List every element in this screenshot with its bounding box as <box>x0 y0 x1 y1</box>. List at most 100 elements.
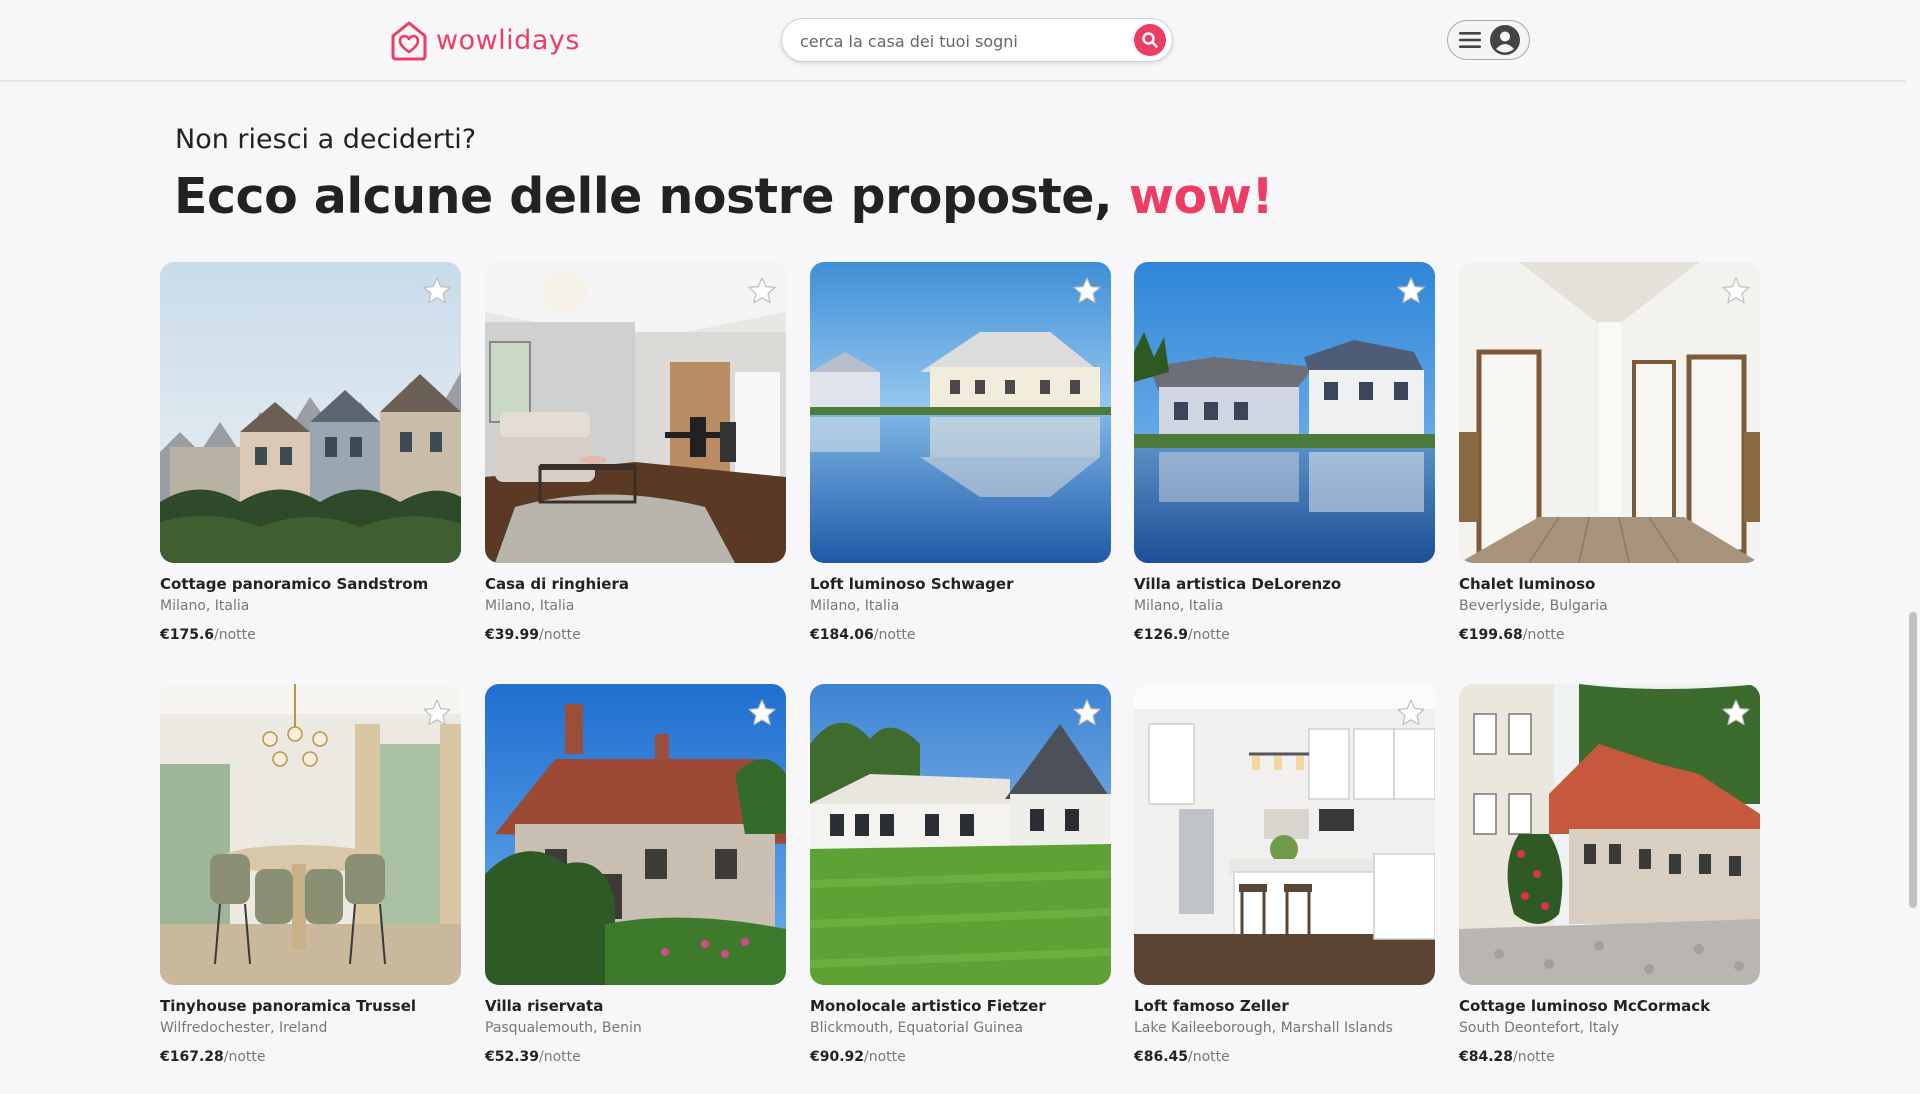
listing-photo[interactable] <box>1459 262 1760 563</box>
listing-price: €175.6/notte <box>160 627 461 643</box>
section-title-text: Ecco alcune delle nostre proposte, <box>174 168 1113 225</box>
listing-location: Wilfredochester, Ireland <box>160 1020 328 1036</box>
price-unit: /notte <box>873 627 916 643</box>
lakeside-house-reflection-image <box>810 262 1111 563</box>
house-with-lawn-image <box>810 684 1111 985</box>
price-unit: /notte <box>214 627 256 643</box>
search-bar <box>781 18 1173 63</box>
listing-card[interactable]: Cottage luminoso McCormack South Deontef… <box>1459 684 1760 1094</box>
listing-location: Milano, Italia <box>810 598 900 614</box>
victorian-townhouses-image <box>160 262 461 563</box>
favorite-star-icon[interactable] <box>1072 698 1102 728</box>
price-amount: €39.99 <box>485 627 540 643</box>
price-amount: €167.28 <box>160 1049 224 1065</box>
listing-name: Cottage luminoso McCormack <box>1459 997 1711 1015</box>
user-avatar-icon <box>1489 25 1520 55</box>
listing-price: €39.99/notte <box>485 627 786 643</box>
price-amount: €86.45 <box>1134 1049 1189 1065</box>
logo[interactable]: wowlidays <box>388 18 580 62</box>
price-amount: €126.9 <box>1134 627 1189 643</box>
listing-photo[interactable] <box>810 262 1111 563</box>
listing-name: Loft famoso Zeller <box>1134 997 1289 1015</box>
listing-card[interactable]: Casa di ringhiera Milano, Italia €39.99/… <box>485 262 786 672</box>
listing-price: €199.68/notte <box>1459 627 1760 643</box>
section-title: Ecco alcune delle nostre proposte, wow! <box>174 168 1274 225</box>
listing-card[interactable]: Villa artistica DeLorenzo Milano, Italia… <box>1134 262 1435 672</box>
house-heart-icon <box>391 21 427 61</box>
listing-photo[interactable] <box>485 684 786 985</box>
listing-price: €184.06/notte <box>810 627 1111 643</box>
listing-photo[interactable] <box>1134 262 1435 563</box>
favorite-star-icon[interactable] <box>747 698 777 728</box>
cobblestone-street-image <box>1459 684 1760 985</box>
price-unit: /notte <box>539 1049 581 1065</box>
listing-name: Tinyhouse panoramica Trussel <box>160 997 417 1015</box>
price-unit: /notte <box>864 1049 906 1065</box>
favorite-star-icon[interactable] <box>1396 276 1426 306</box>
search-button[interactable] <box>1134 24 1166 56</box>
listing-location: Milano, Italia <box>1134 598 1224 614</box>
listing-photo[interactable] <box>1134 684 1435 985</box>
listing-name: Monolocale artistico Fietzer <box>810 997 1046 1015</box>
section-title-accent: wow! <box>1128 168 1274 225</box>
listing-location: Milano, Italia <box>160 598 250 614</box>
listing-name: Villa riservata <box>485 997 604 1015</box>
listing-photo[interactable] <box>1459 684 1760 985</box>
listing-card[interactable]: Monolocale artistico Fietzer Blickmouth,… <box>810 684 1111 1094</box>
listing-card[interactable]: Chalet luminoso Beverlyside, Bulgaria €1… <box>1459 262 1760 672</box>
price-unit: /notte <box>539 627 581 643</box>
modern-living-room-image <box>485 262 786 563</box>
listing-name: Casa di ringhiera <box>485 575 629 593</box>
user-menu-button[interactable] <box>1447 20 1530 60</box>
favorite-star-icon[interactable] <box>747 276 777 306</box>
favorite-star-icon[interactable] <box>1396 698 1426 728</box>
listing-photo[interactable] <box>160 684 461 985</box>
listing-photo[interactable] <box>485 262 786 563</box>
listing-card[interactable]: Loft luminoso Schwager Milano, Italia €1… <box>810 262 1111 672</box>
listing-photo[interactable] <box>160 262 461 563</box>
listing-price: €52.39/notte <box>485 1049 786 1065</box>
listing-photo[interactable] <box>810 684 1111 985</box>
listing-card[interactable]: Tinyhouse panoramica Trussel Wilfredoche… <box>160 684 461 1094</box>
listing-price: €84.28/notte <box>1459 1049 1760 1065</box>
listing-price: €86.45/notte <box>1134 1049 1435 1065</box>
listing-name: Loft luminoso Schwager <box>810 575 1014 593</box>
section-subtitle: Non riesci a deciderti? <box>175 124 477 155</box>
favorite-star-icon[interactable] <box>1721 698 1751 728</box>
listing-location: South Deontefort, Italy <box>1459 1020 1620 1036</box>
search-icon <box>1142 32 1158 48</box>
white-kitchen-image <box>1134 684 1435 985</box>
price-unit: /notte <box>1188 1049 1230 1065</box>
price-unit: /notte <box>223 1049 266 1065</box>
listing-location: Beverlyside, Bulgaria <box>1459 598 1608 614</box>
favorite-star-icon[interactable] <box>1721 276 1751 306</box>
listing-location: Pasqualemouth, Benin <box>485 1020 642 1036</box>
price-amount: €175.6 <box>160 627 215 643</box>
listing-location: Milano, Italia <box>485 598 575 614</box>
price-unit: /notte <box>1522 627 1565 643</box>
scrollbar-thumb[interactable] <box>1909 612 1917 908</box>
logo-text: wowlidays <box>436 24 580 56</box>
price-amount: €199.68 <box>1459 627 1523 643</box>
attic-hallway-doors-image <box>1459 262 1760 563</box>
scrollbar-track[interactable] <box>1906 80 1920 1080</box>
listing-name: Villa artistica DeLorenzo <box>1134 575 1342 593</box>
favorite-star-icon[interactable] <box>422 698 452 728</box>
listing-card[interactable]: Villa riservata Pasqualemouth, Benin €52… <box>485 684 786 1094</box>
price-unit: /notte <box>1188 627 1230 643</box>
hamburger-icon <box>1458 32 1481 48</box>
listing-name: Chalet luminoso <box>1459 575 1596 593</box>
listing-location: Lake Kaileeborough, Marshall Islands <box>1134 1020 1393 1036</box>
listing-price: €167.28/notte <box>160 1049 461 1065</box>
listing-card[interactable]: Loft famoso Zeller Lake Kaileeborough, M… <box>1134 684 1435 1094</box>
favorite-star-icon[interactable] <box>422 276 452 306</box>
price-amount: €52.39 <box>485 1049 540 1065</box>
brick-cottage-image <box>485 684 786 985</box>
listing-location: Blickmouth, Equatorial Guinea <box>810 1020 1024 1036</box>
price-amount: €84.28 <box>1459 1049 1514 1065</box>
favorite-star-icon[interactable] <box>1072 276 1102 306</box>
search-input[interactable] <box>798 19 1102 63</box>
listing-name: Cottage panoramico Sandstrom <box>160 575 429 593</box>
listing-card[interactable]: Cottage panoramico Sandstrom Milano, Ita… <box>160 262 461 672</box>
price-amount: €184.06 <box>810 627 874 643</box>
